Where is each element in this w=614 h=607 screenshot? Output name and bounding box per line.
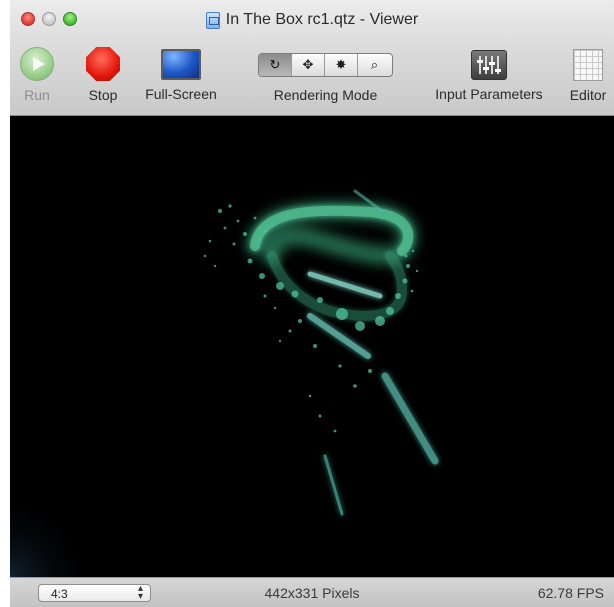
stop-label: Stop (88, 87, 118, 103)
fullscreen-tool[interactable]: Full-Screen (138, 47, 224, 102)
zoom-mode-icon[interactable]: ⌕ (358, 54, 391, 76)
status-bar: 4:3 ▴ ▾ 442x331 Pixels 62.78 FPS (10, 577, 614, 607)
render-canvas[interactable] (10, 116, 614, 577)
move-mode-icon[interactable]: ✥ (292, 54, 325, 76)
window-title-bar: In The Box rc1.qtz - Viewer (10, 11, 614, 34)
composition-document-icon (205, 11, 220, 29)
run-label: Run (24, 87, 50, 103)
run-tool[interactable]: Run (12, 47, 62, 103)
stop-tool[interactable]: Stop (78, 47, 128, 103)
editor-label: Editor (569, 87, 607, 103)
editor-grid-icon[interactable] (573, 49, 603, 81)
play-icon[interactable] (20, 47, 54, 81)
viewer-window: In The Box rc1.qtz - Viewer Run Stop Ful… (10, 0, 614, 607)
stop-icon[interactable] (86, 47, 120, 81)
rendering-mode-label: Rendering Mode (273, 87, 378, 103)
input-parameters-label: Input Parameters (435, 86, 543, 102)
canvas-dimensions: 442x331 Pixels (264, 585, 360, 601)
interact-mode-icon[interactable]: ↻ (259, 54, 292, 76)
rendering-mode-tool: ↻ ✥ ✸ ⌕ Rendering Mode (258, 47, 393, 103)
particle-render (10, 189, 439, 577)
input-parameters-tool[interactable]: Input Parameters (426, 47, 552, 102)
toolbar: In The Box rc1.qtz - Viewer Run Stop Ful… (10, 0, 614, 116)
fps-readout: 62.78 FPS (537, 585, 604, 601)
rendering-mode-segmented-control[interactable]: ↻ ✥ ✸ ⌕ (258, 53, 393, 77)
sliders-icon[interactable] (471, 50, 507, 80)
debug-mode-icon[interactable]: ✸ (325, 54, 358, 76)
fullscreen-label: Full-Screen (145, 86, 217, 102)
fullscreen-icon[interactable] (161, 49, 201, 80)
editor-tool[interactable]: Editor (564, 47, 612, 103)
window-title: In The Box rc1.qtz - Viewer (225, 11, 419, 28)
